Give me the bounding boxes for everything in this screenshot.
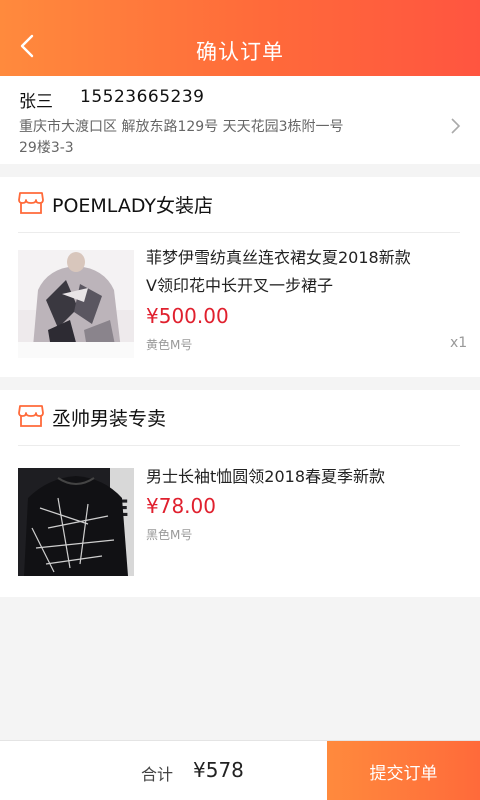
product-image[interactable]: E — [18, 468, 134, 576]
shop-name: POEMLADY女装店 — [52, 195, 214, 217]
shop-header[interactable]: 丞帅男装专卖 — [0, 390, 480, 445]
product-title[interactable]: 男士长袖t恤圆领2018春夏季新款 — [146, 463, 466, 491]
total-label: 合计 — [141, 765, 174, 784]
recipient-phone: 15523665239 — [80, 87, 205, 107]
product-quantity: x1 — [450, 335, 468, 351]
product-spec: 黄色M号 — [146, 338, 193, 352]
product-title-line: V领印花中长开叉一步裙子 — [146, 276, 333, 295]
top-bar: 确认订单 — [0, 0, 480, 76]
product-spec: 黑色M号 — [146, 528, 193, 542]
store-icon — [18, 405, 44, 427]
total-amount: ¥578 — [193, 758, 244, 782]
shop-name: 丞帅男装专卖 — [52, 408, 167, 430]
divider — [18, 445, 460, 446]
product-title-line: 男士长袖t恤圆领2018春夏季新款 — [146, 467, 385, 486]
shop-header[interactable]: POEMLADY女装店 — [0, 177, 480, 232]
submit-order-button[interactable]: 提交订单 — [327, 741, 480, 800]
product-title-line: 菲梦伊雪纺真丝连衣裙女夏2018新款 — [146, 248, 411, 267]
recipient-name: 张三 — [19, 92, 53, 112]
chevron-right-icon — [451, 118, 461, 134]
store-icon — [18, 192, 44, 214]
address-line-2: 29楼3-3 — [19, 140, 74, 156]
product-image[interactable] — [18, 250, 134, 358]
page-title: 确认订单 — [196, 40, 284, 64]
delivery-address-card[interactable]: 张三 15523665239 重庆市大渡口区 解放东路129号 天天花园3栋附一… — [0, 76, 480, 164]
bottom-bar: 合计 ¥578 提交订单 — [0, 740, 480, 800]
divider — [18, 232, 460, 233]
shop-section-1: POEMLADY女装店 菲梦伊雪纺真丝连衣裙女夏2018新款 V领印花中长开叉一… — [0, 177, 480, 377]
shop-section-2: 丞帅男装专卖 E 男士长袖t恤圆领2018春夏季新款 ¥78.00 黑色M号 — [0, 390, 480, 597]
product-title[interactable]: 菲梦伊雪纺真丝连衣裙女夏2018新款 V领印花中长开叉一步裙子 — [146, 244, 466, 300]
product-price: ¥500.00 — [146, 304, 229, 328]
product-price: ¥78.00 — [146, 494, 216, 518]
address-line-1: 重庆市大渡口区 解放东路129号 天天花园3栋附一号 — [19, 119, 344, 135]
